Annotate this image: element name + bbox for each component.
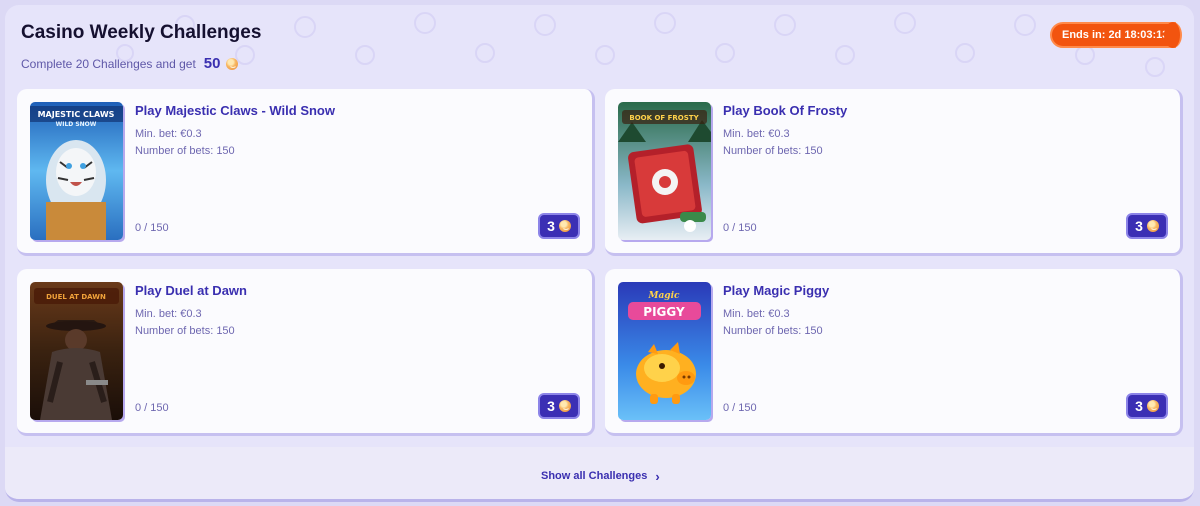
- challenge-card-magic-piggy[interactable]: Magic PIGGY Play Magic Piggy Min. bet: €…: [605, 269, 1183, 436]
- thumb-title: BOOK OF FROSTY: [629, 114, 699, 122]
- challenge-card-majestic-claws[interactable]: MAJESTIC CLAWS WILD SNOW Play Majestic C…: [17, 89, 595, 256]
- coin-icon: [226, 57, 239, 70]
- challenge-title: Play Duel at Dawn: [135, 283, 247, 298]
- min-bet: Min. bet: €0.3: [723, 128, 790, 140]
- show-all-challenges-link[interactable]: Show all Challenges ›: [541, 468, 660, 484]
- min-bet: Min. bet: €0.3: [723, 308, 790, 320]
- min-bet: Min. bet: €0.3: [135, 128, 202, 140]
- thumb-title: MAJESTIC CLAWS: [38, 110, 115, 119]
- number-of-bets: Number of bets: 150: [135, 145, 235, 157]
- reward-value: 3: [547, 218, 555, 234]
- challenge-progress: 0 / 150: [135, 402, 169, 414]
- thumb-title: DUEL AT DAWN: [46, 293, 106, 301]
- number-of-bets: Number of bets: 150: [723, 145, 823, 157]
- reward-badge: 3: [1126, 213, 1168, 239]
- reward-badge: 3: [538, 213, 580, 239]
- coin-icon: [1146, 400, 1159, 412]
- challenge-progress: 0 / 150: [135, 222, 169, 234]
- min-bet: Min. bet: €0.3: [135, 308, 202, 320]
- game-thumbnail-magic-piggy[interactable]: Magic PIGGY: [618, 282, 711, 420]
- thumb-title: Magic: [648, 291, 681, 301]
- challenge-progress: 0 / 150: [723, 222, 757, 234]
- number-of-bets: Number of bets: 150: [135, 325, 235, 337]
- reward-value: 3: [1135, 218, 1143, 234]
- game-thumbnail-majestic-claws[interactable]: MAJESTIC CLAWS WILD SNOW: [30, 102, 123, 240]
- page-title: Casino Weekly Challenges: [21, 22, 262, 43]
- coin-icon: [558, 220, 571, 232]
- goal-amount: 50: [203, 55, 221, 72]
- countdown-timer: Ends in: 2d 18:03:13: [1050, 22, 1182, 48]
- game-thumbnail-duel-at-dawn[interactable]: DUEL AT DAWN: [30, 282, 123, 420]
- challenge-card-book-of-frosty[interactable]: BOOK OF FROSTY Play Book Of Frosty Min. …: [605, 89, 1183, 256]
- countdown-label: Ends in: 2d 18:03:13: [1062, 29, 1169, 41]
- weekly-challenges-panel: Casino Weekly Challenges Complete 20 Cha…: [5, 5, 1194, 502]
- thumb-subtitle: WILD SNOW: [56, 121, 97, 128]
- background-pattern: [116, 12, 1165, 77]
- challenge-title: Play Magic Piggy: [723, 283, 830, 298]
- challenge-goal: Complete 20 Challenges and get 50: [21, 55, 239, 72]
- goal-text: Complete 20 Challenges and get: [21, 56, 196, 71]
- coin-icon: [1146, 220, 1159, 232]
- reward-value: 3: [547, 398, 555, 414]
- number-of-bets: Number of bets: 150: [723, 325, 823, 337]
- challenge-title: Play Book Of Frosty: [723, 103, 848, 118]
- challenge-card-duel-at-dawn[interactable]: DUEL AT DAWN Play Duel at Dawn Min. bet:…: [17, 269, 595, 436]
- thumb-subtitle: PIGGY: [643, 305, 685, 319]
- reward-badge: 3: [1126, 393, 1168, 419]
- reward-badge: 3: [538, 393, 580, 419]
- coin-icon: [558, 400, 571, 412]
- challenge-progress: 0 / 150: [723, 402, 757, 414]
- show-all-label: Show all Challenges: [541, 470, 648, 482]
- challenge-title: Play Majestic Claws - Wild Snow: [135, 103, 335, 118]
- reward-value: 3: [1135, 398, 1143, 414]
- chevron-right-icon: ›: [655, 468, 660, 484]
- game-thumbnail-book-of-frosty[interactable]: BOOK OF FROSTY: [618, 102, 711, 240]
